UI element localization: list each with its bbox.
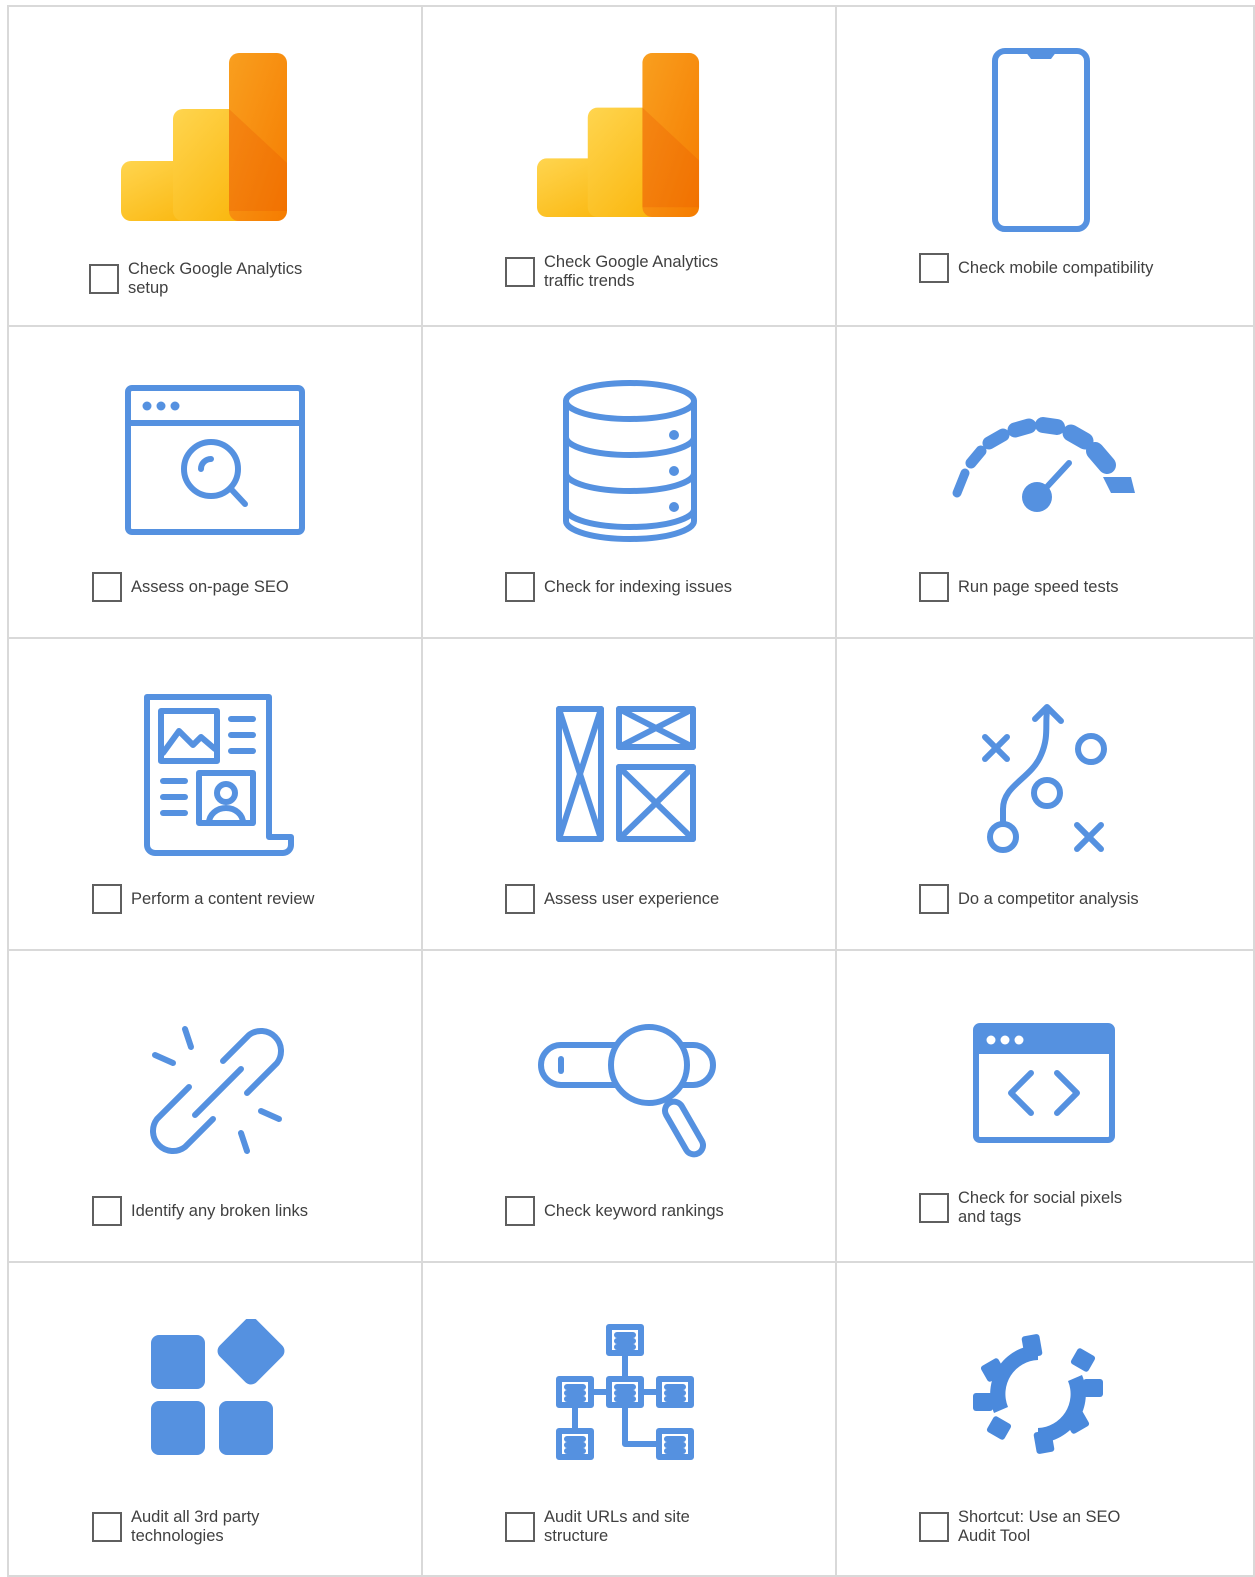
checklist-item[interactable]: Do a competitor analysis — [919, 884, 1139, 914]
checkbox[interactable] — [919, 572, 949, 602]
checklist-item-label: Check mobile compatibility — [958, 258, 1154, 277]
checklist-card: Perform a content review — [7, 637, 423, 951]
checklist-card: Check for social pixels and tags — [835, 949, 1255, 1263]
checklist-card: Identify any broken links — [7, 949, 423, 1263]
checklist-card: Do a competitor analysis — [835, 637, 1255, 951]
smartphone-icon — [991, 47, 1091, 233]
checklist-item[interactable]: Check mobile compatibility — [919, 253, 1153, 283]
wireframe-icon — [555, 705, 697, 845]
checklist-item-label: Check keyword rankings — [544, 1201, 724, 1220]
checklist-item-label: Audit all 3rd party technologies — [131, 1508, 260, 1545]
checklist-item[interactable]: Perform a content review — [92, 884, 314, 914]
checklist-item-label: Check for social pixels and tags — [958, 1189, 1123, 1226]
checkbox[interactable] — [919, 253, 949, 283]
checklist-item[interactable]: Audit all 3rd party technologies — [92, 1508, 311, 1546]
checklist-item-label: Assess user experience — [544, 889, 720, 908]
checklist-item[interactable]: Assess on-page SEO — [92, 572, 289, 602]
checkbox[interactable] — [919, 1512, 949, 1542]
checklist-item-label: Identify any broken links — [131, 1201, 309, 1220]
checklist-item[interactable]: Check for indexing issues — [505, 572, 732, 602]
audit-gear-icon — [963, 1319, 1113, 1469]
checklist-item[interactable]: Audit URLs and site structure — [505, 1508, 724, 1546]
checklist-item[interactable]: Run page speed tests — [919, 572, 1119, 602]
checkbox[interactable] — [92, 1196, 122, 1226]
app-blocks-icon — [149, 1319, 285, 1459]
speedometer-icon — [951, 413, 1135, 517]
checklist-card: Check keyword rankings — [421, 949, 837, 1263]
checkbox[interactable] — [92, 1512, 122, 1542]
checklist-item-label: Do a competitor analysis — [958, 889, 1139, 908]
checklist-item-label: Check Google Analytics traffic trends — [544, 253, 719, 290]
content-document-icon — [141, 693, 295, 859]
checkbox[interactable] — [89, 264, 119, 294]
checklist-card: Assess user experience — [421, 637, 837, 951]
checklist-card: Assess on-page SEO — [7, 325, 423, 639]
checkbox[interactable] — [505, 572, 535, 602]
browser-code-icon — [973, 1023, 1115, 1143]
checklist-item[interactable]: Check for social pixels and tags — [919, 1189, 1138, 1227]
sitemap-icon — [555, 1323, 699, 1467]
checklist-item-label: Shortcut: Use an SEO Audit Tool — [958, 1508, 1121, 1545]
browser-search-icon — [125, 385, 305, 535]
database-icon — [561, 379, 699, 543]
checkbox[interactable] — [505, 257, 535, 287]
checklist-card: Audit all 3rd party technologies — [7, 1261, 423, 1577]
checkbox[interactable] — [92, 884, 122, 914]
checklist-item[interactable]: Check Google Analytics setup — [89, 260, 328, 298]
checkbox[interactable] — [92, 572, 122, 602]
checklist-item-label: Run page speed tests — [958, 577, 1119, 596]
checklist-item[interactable]: Assess user experience — [505, 884, 719, 914]
checklist-item[interactable]: Identify any broken links — [92, 1196, 308, 1226]
checklist-card: Run page speed tests — [835, 325, 1255, 639]
checklist-card: Audit URLs and site structure — [421, 1261, 837, 1577]
checkbox[interactable] — [505, 1196, 535, 1226]
google-analytics-icon — [121, 53, 289, 221]
checklist-card: Check for indexing issues — [421, 325, 837, 639]
checklist-card: Check mobile compatibility — [835, 5, 1255, 327]
checklist-item-label: Perform a content review — [131, 889, 315, 908]
checklist-item-label: Check for indexing issues — [544, 577, 733, 596]
checklist-card: Shortcut: Use an SEO Audit Tool — [835, 1261, 1255, 1577]
checkbox[interactable] — [919, 1193, 949, 1223]
checkbox[interactable] — [505, 884, 535, 914]
checkbox[interactable] — [505, 1512, 535, 1542]
checklist-item[interactable]: Check keyword rankings — [505, 1196, 724, 1226]
checklist-card: Check Google Analytics setup — [7, 5, 423, 327]
checklist-item-label: Assess on-page SEO — [131, 577, 289, 596]
seo-audit-checklist-grid: Check Google Analytics setup Check Googl… — [7, 5, 1255, 1577]
checklist-item-label: Audit URLs and site structure — [544, 1508, 690, 1545]
google-analytics-icon — [537, 53, 701, 217]
strategy-play-icon — [977, 699, 1111, 857]
checkbox[interactable] — [919, 884, 949, 914]
search-bar-icon — [537, 1019, 717, 1163]
checklist-item[interactable]: Check Google Analytics traffic trends — [505, 253, 744, 291]
checklist-item[interactable]: Shortcut: Use an SEO Audit Tool — [919, 1508, 1138, 1546]
checklist-card: Check Google Analytics traffic trends — [421, 5, 837, 327]
broken-link-icon — [137, 1011, 297, 1171]
checklist-item-label: Check Google Analytics setup — [128, 260, 303, 297]
